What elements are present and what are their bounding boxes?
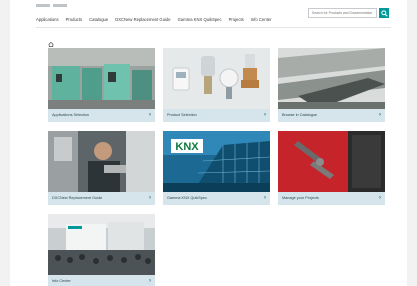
nav-catalogue[interactable]: Catalogue xyxy=(89,17,108,22)
nav-applications[interactable]: Applications xyxy=(36,17,59,22)
knx-building-image: KNX xyxy=(163,131,270,192)
tile-label: Gamma KNX QuikSpec xyxy=(167,196,207,200)
tile-label: Product Selection xyxy=(167,113,197,117)
chevron-right-icon: › xyxy=(264,195,266,201)
tile-browse-catalogue[interactable]: Browse in Catalogue › xyxy=(278,48,385,122)
chevron-right-icon: › xyxy=(149,112,151,118)
home-icon[interactable] xyxy=(48,41,54,47)
applications-image xyxy=(48,48,155,109)
tile-product-selection[interactable]: Product Selection › xyxy=(163,48,270,122)
knx-logo-text: KNX xyxy=(175,141,199,153)
replacement-guide-image xyxy=(48,131,155,192)
search-input[interactable] xyxy=(308,8,377,18)
tile-manage-projects[interactable]: Manage your Projects › xyxy=(278,131,385,205)
tile-replacement-guide[interactable]: DXCNew Replacement Guide › xyxy=(48,131,155,205)
brand-logo xyxy=(36,4,67,7)
tile-info-center[interactable]: Info Center › xyxy=(48,214,155,286)
tile-applications-selection[interactable]: Applications Selection › xyxy=(48,48,155,122)
header-divider xyxy=(36,27,391,28)
tile-label: Info Center xyxy=(52,279,71,283)
products-image xyxy=(163,48,270,109)
projects-image xyxy=(278,131,385,192)
main-nav: Applications Products Catalogue DXCNew R… xyxy=(36,17,271,22)
tile-label: DXCNew Replacement Guide xyxy=(52,196,103,200)
chevron-right-icon: › xyxy=(149,278,151,284)
chevron-right-icon: › xyxy=(379,195,381,201)
chevron-right-icon: › xyxy=(149,195,151,201)
nav-projects[interactable]: Projects xyxy=(229,17,244,22)
chevron-right-icon: › xyxy=(379,112,381,118)
nav-replacement-guide[interactable]: DXCNew Replacement Guide xyxy=(115,17,170,22)
info-center-image xyxy=(48,214,155,275)
nav-products[interactable]: Products xyxy=(66,17,83,22)
tile-label: Applications Selection xyxy=(52,113,90,117)
search-button[interactable] xyxy=(379,8,389,18)
page: Applications Products Catalogue DXCNew R… xyxy=(10,0,407,286)
nav-knx-quikspec[interactable]: Gamma KNX QuikSpec xyxy=(178,17,222,22)
tile-knx-quikspec[interactable]: KNX Gamma KNX QuikSpec › xyxy=(163,131,270,205)
tile-label: Browse in Catalogue xyxy=(282,113,318,117)
catalogue-image xyxy=(278,48,385,109)
search-icon xyxy=(380,9,388,17)
tile-label: Manage your Projects xyxy=(282,196,319,200)
nav-info-center[interactable]: Info Center xyxy=(251,17,272,22)
chevron-right-icon: › xyxy=(264,112,266,118)
